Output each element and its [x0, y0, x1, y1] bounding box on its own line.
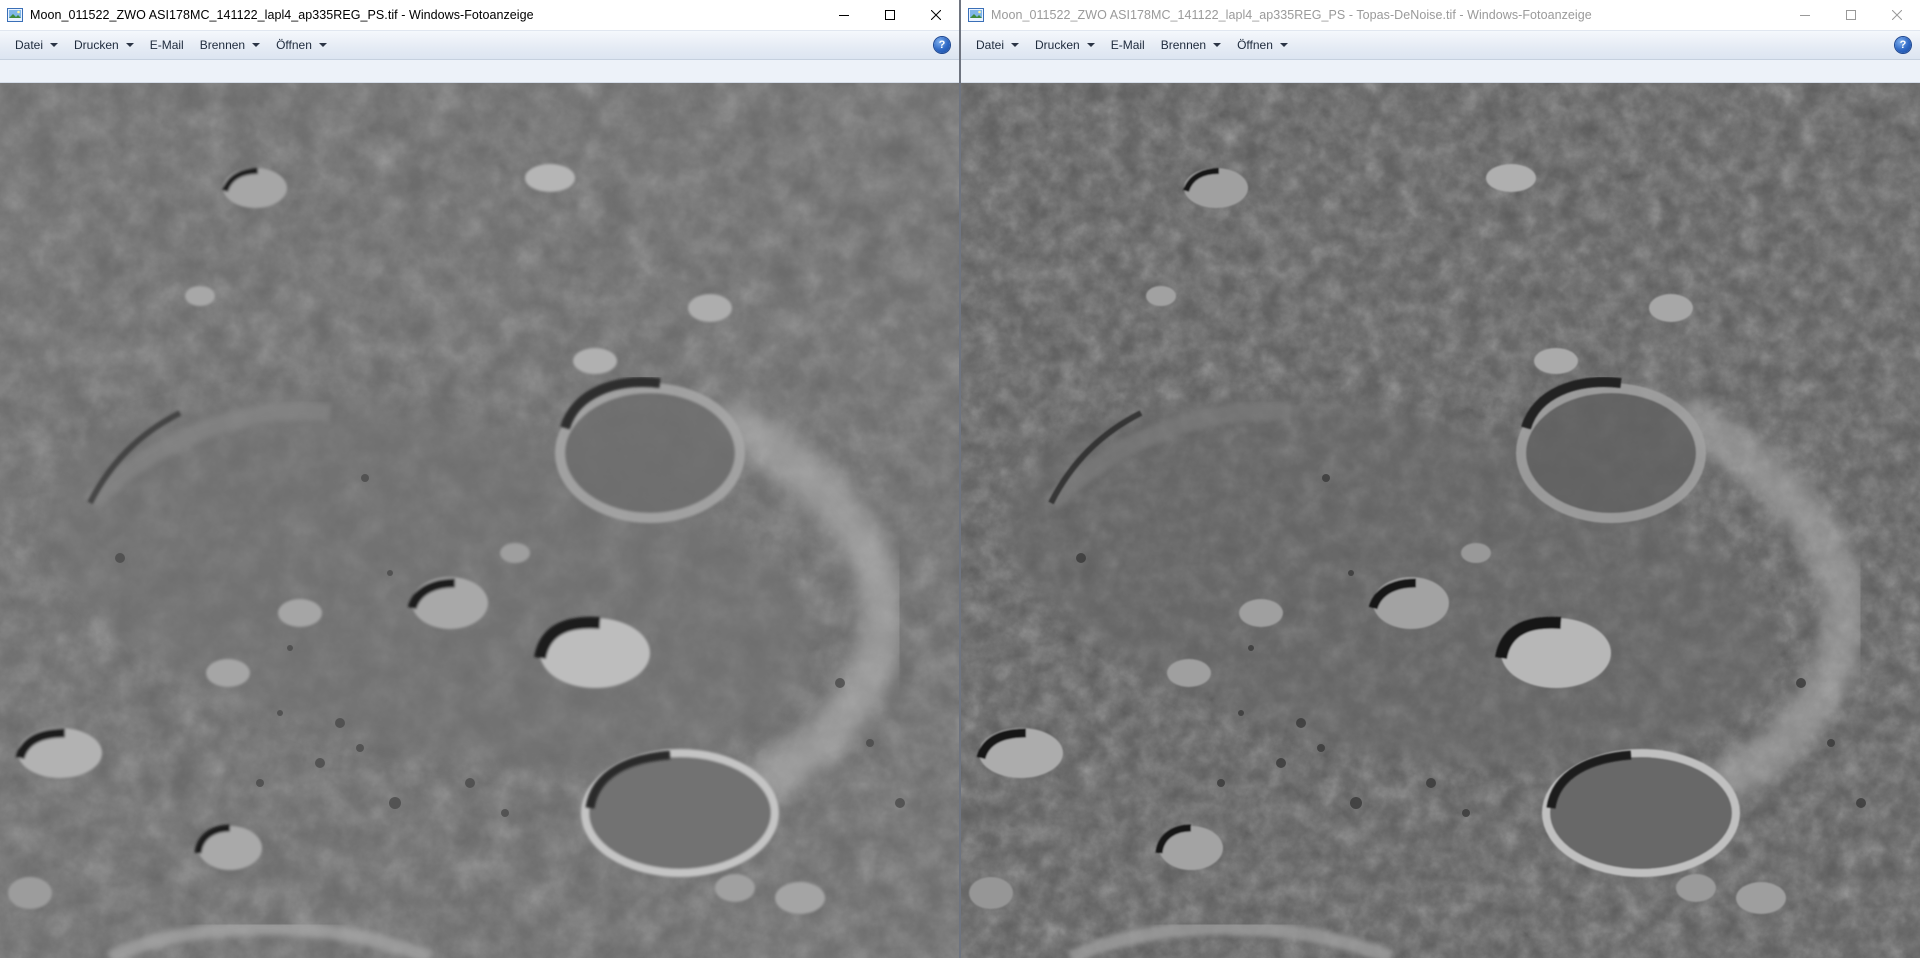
menu-label: Brennen: [1160, 38, 1207, 52]
window-title: Moon_011522_ZWO ASI178MC_141122_lapl4_ap…: [991, 8, 1592, 22]
toolbar-strip: [961, 60, 1920, 83]
menu-label: E-Mail: [149, 38, 184, 52]
minimize-icon: [1800, 15, 1810, 16]
menu-email[interactable]: E-Mail: [1103, 30, 1153, 60]
chevron-down-icon: [50, 43, 59, 47]
menu-datei[interactable]: Datei: [7, 30, 66, 60]
menu-brennen[interactable]: Brennen: [192, 30, 268, 60]
maximize-button[interactable]: [1828, 0, 1874, 30]
minimize-icon: [839, 15, 849, 16]
close-button[interactable]: [1874, 0, 1920, 30]
window-title: Moon_011522_ZWO ASI178MC_141122_lapl4_ap…: [30, 8, 534, 22]
help-icon[interactable]: ?: [934, 37, 950, 53]
menu-label: Brennen: [199, 38, 246, 52]
chevron-down-icon: [1086, 43, 1095, 47]
menu-label: Öffnen: [276, 38, 312, 52]
maximize-icon: [1846, 10, 1856, 20]
menu-drucken[interactable]: Drucken: [1027, 30, 1103, 60]
close-icon: [1892, 10, 1902, 20]
title-bar[interactable]: Moon_011522_ZWO ASI178MC_141122_lapl4_ap…: [0, 0, 959, 30]
menu-bar: Datei Drucken E-Mail Brennen Öffnen ?: [961, 30, 1920, 60]
minimize-button[interactable]: [821, 0, 867, 30]
close-icon: [931, 10, 941, 20]
menu-label: Datei: [15, 38, 44, 52]
menu-oeffnen[interactable]: Öffnen: [1229, 30, 1296, 60]
moon-image: [0, 83, 959, 958]
maximize-icon: [885, 10, 895, 20]
menu-label: Datei: [976, 38, 1005, 52]
chevron-down-icon: [318, 43, 327, 47]
chevron-down-icon: [125, 43, 134, 47]
chevron-down-icon: [1213, 43, 1222, 47]
menu-datei[interactable]: Datei: [968, 30, 1027, 60]
chevron-down-icon: [252, 43, 261, 47]
help-icon[interactable]: ?: [1895, 37, 1911, 53]
chevron-down-icon: [1279, 43, 1288, 47]
menu-label: Drucken: [1035, 38, 1080, 52]
toolbar-strip: [0, 60, 959, 83]
menu-oeffnen[interactable]: Öffnen: [268, 30, 335, 60]
moon-photo-denoised[interactable]: [961, 83, 1920, 958]
menu-label: E-Mail: [1110, 38, 1145, 52]
photo-viewer-icon: [968, 8, 984, 22]
menu-label: Drucken: [74, 38, 119, 52]
menu-bar: Datei Drucken E-Mail Brennen Öffnen ?: [0, 30, 959, 60]
photo-viewer-window-left[interactable]: Moon_011522_ZWO ASI178MC_141122_lapl4_ap…: [0, 0, 959, 958]
photo-viewer-window-right[interactable]: Moon_011522_ZWO ASI178MC_141122_lapl4_ap…: [961, 0, 1920, 958]
photo-viewer-icon: [7, 8, 23, 22]
moon-image: [961, 83, 1920, 958]
menu-drucken[interactable]: Drucken: [66, 30, 142, 60]
menu-email[interactable]: E-Mail: [142, 30, 192, 60]
moon-photo[interactable]: [0, 83, 959, 958]
maximize-button[interactable]: [867, 0, 913, 30]
title-bar[interactable]: Moon_011522_ZWO ASI178MC_141122_lapl4_ap…: [961, 0, 1920, 30]
close-button[interactable]: [913, 0, 959, 30]
menu-label: Öffnen: [1237, 38, 1273, 52]
menu-brennen[interactable]: Brennen: [1153, 30, 1229, 60]
minimize-button[interactable]: [1782, 0, 1828, 30]
chevron-down-icon: [1011, 43, 1020, 47]
